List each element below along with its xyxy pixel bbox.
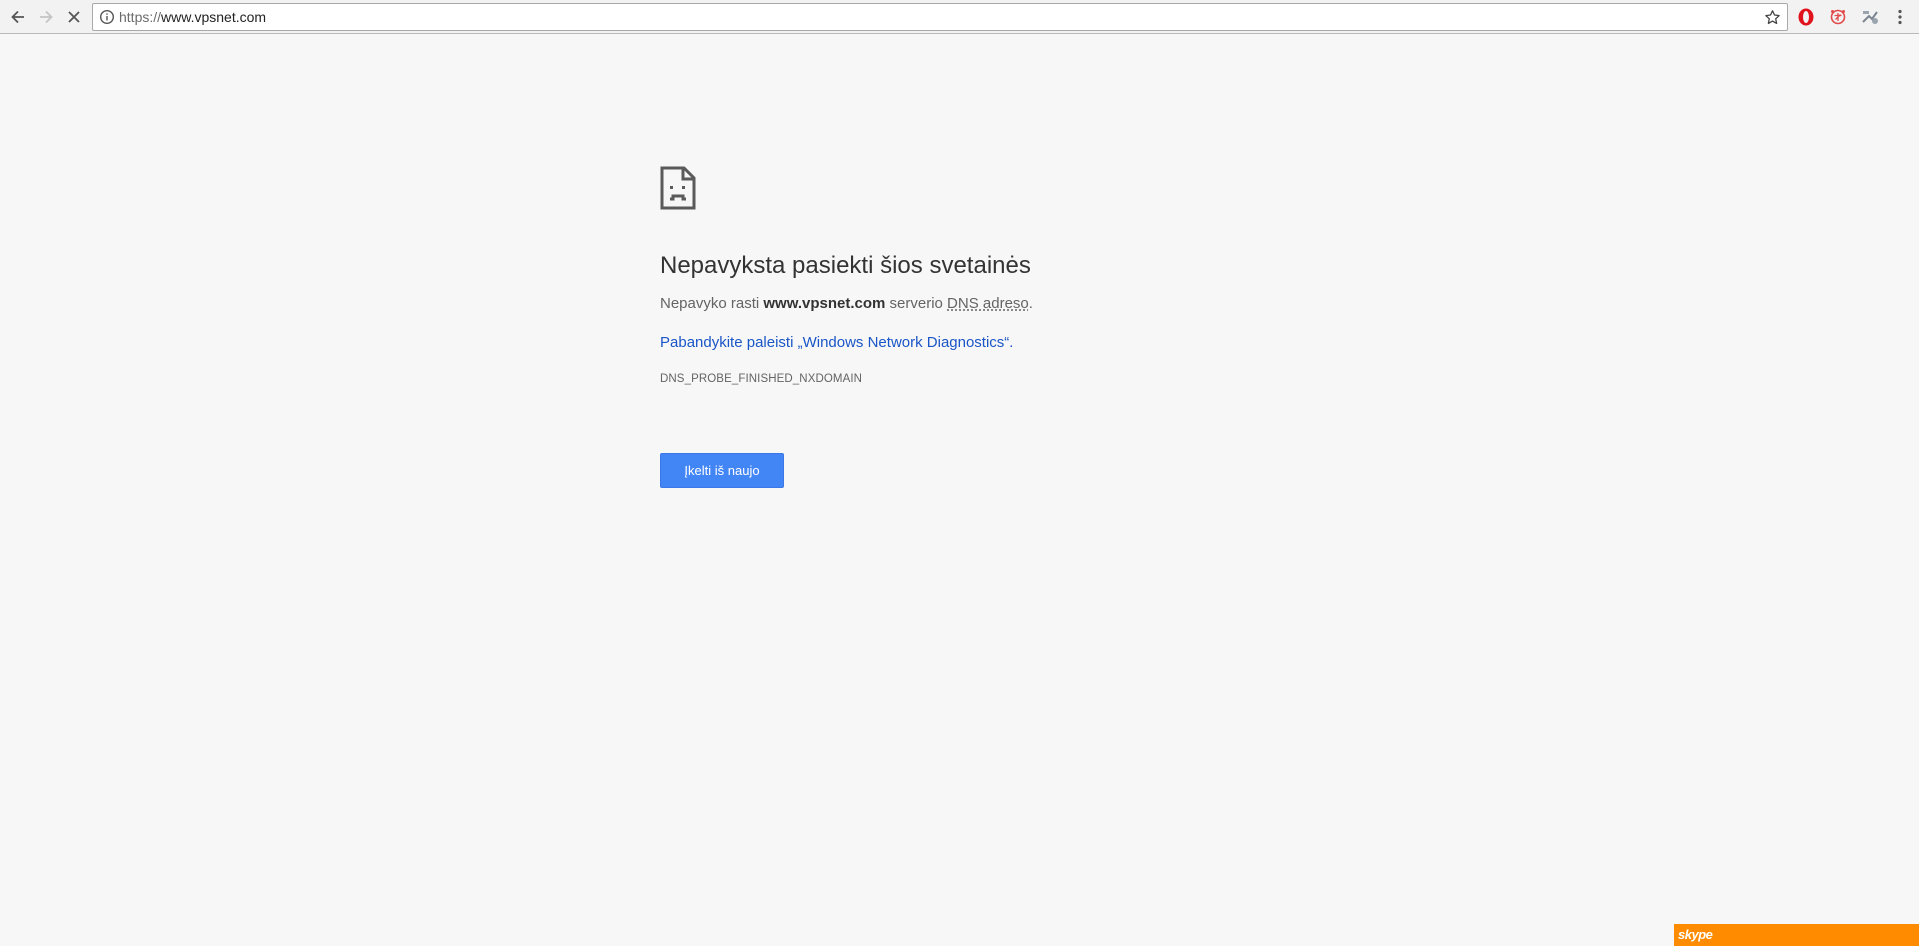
opera-extension-button[interactable]: [1796, 7, 1816, 27]
gray-extension-icon: [1862, 11, 1878, 24]
arrow-left-icon: [11, 10, 24, 24]
address-bar[interactable]: https://www.vpsnet.com: [92, 3, 1788, 31]
url-scheme: https://: [119, 9, 162, 25]
back-button[interactable]: [6, 5, 30, 29]
summary-prefix: Nepavyko rasti: [660, 295, 764, 312]
error-code: DNS_PROBE_FINISHED_NXDOMAIN: [660, 373, 863, 385]
browser-toolbar: https://www.vpsnet.com: [0, 0, 1919, 34]
summary-middle: serverio: [885, 295, 948, 312]
summary-host: www.vpsnet.com: [763, 295, 886, 312]
url-text[interactable]: https://www.vpsnet.com: [119, 9, 266, 25]
skype-notification-bar[interactable]: skype: [1674, 924, 1919, 946]
menu-button[interactable]: [1890, 7, 1910, 27]
error-summary: Nepavyko rasti www.vpsnet.com serverio D…: [660, 294, 1300, 314]
page-title: Nepavyksta pasiekti šios svetainės: [660, 252, 1031, 279]
stop-button[interactable]: [62, 5, 86, 29]
sad-page-icon: [660, 166, 696, 210]
reload-button[interactable]: Įkelti iš naujo: [660, 453, 784, 488]
red-extension-icon: [1830, 9, 1846, 25]
forward-button[interactable]: [34, 5, 58, 29]
gray-extension-button[interactable]: [1860, 7, 1880, 27]
info-icon[interactable]: [99, 9, 115, 25]
dns-abbreviation: DNS adreso: [947, 295, 1029, 312]
close-icon: [68, 11, 80, 23]
star-icon[interactable]: [1764, 9, 1781, 26]
url-host: www.vpsnet.com: [161, 9, 267, 25]
red-extension-button[interactable]: [1828, 7, 1848, 27]
diagnostics-link[interactable]: Pabandykite paleisti „Windows Network Di…: [660, 333, 1300, 353]
kebab-menu-icon: [1898, 9, 1902, 25]
arrow-right-icon: [40, 10, 53, 24]
skype-logo: skype: [1678, 927, 1713, 942]
summary-suffix: .: [1028, 295, 1033, 312]
opera-icon: [1798, 8, 1814, 26]
error-page: Nepavyksta pasiekti šios svetainės Nepav…: [660, 166, 1300, 488]
